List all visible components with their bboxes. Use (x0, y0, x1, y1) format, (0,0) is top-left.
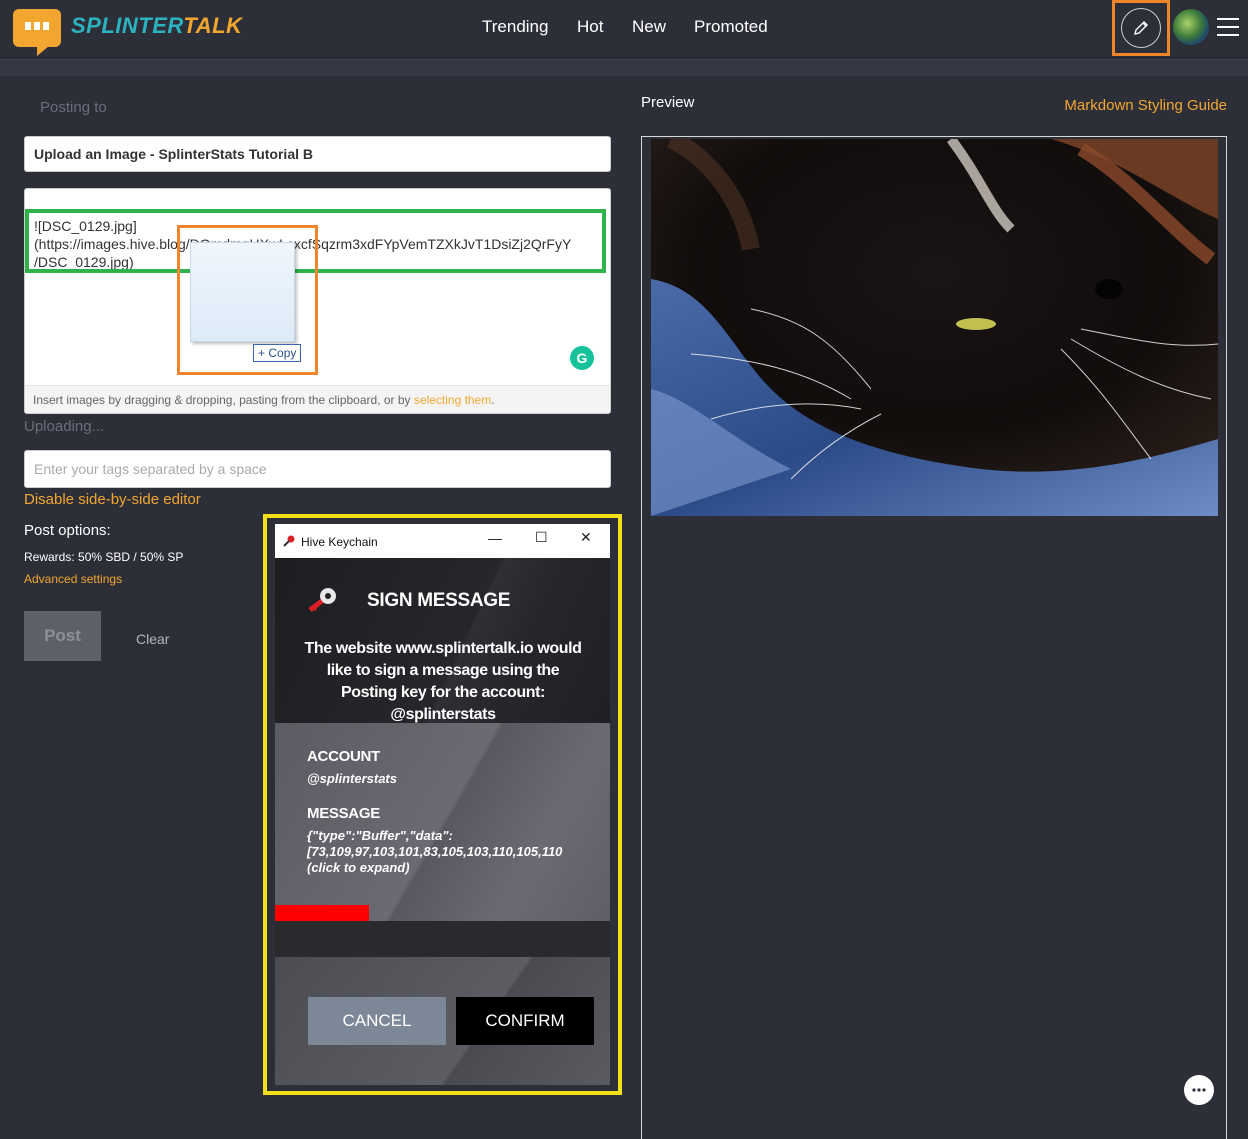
expand-message-link[interactable]: (click to expand) (307, 860, 410, 876)
rewards-text: Rewards: 50% SBD / 50% SP (24, 550, 184, 564)
post-body-editor[interactable]: ![DSC_0129.jpg] (https://images.hive.blog… (24, 188, 611, 414)
minimize-icon[interactable]: — (488, 530, 502, 546)
tags-input[interactable]: Enter your tags separated by a space (24, 450, 611, 488)
keychain-key-icon (283, 535, 295, 547)
preview-label: Preview (641, 94, 695, 111)
sign-message-description: The website www.splintertalk.io would li… (304, 640, 582, 723)
maximize-icon[interactable]: ☐ (535, 529, 548, 546)
logo-text-part2: TALK (183, 13, 243, 38)
sign-message-heading: SIGN MESSAGE (367, 590, 511, 611)
nav-hot[interactable]: Hot (577, 17, 603, 37)
redacted-block (275, 905, 369, 921)
keychain-logo-icon (308, 588, 336, 612)
avatar[interactable] (1173, 9, 1209, 45)
preview-image (651, 139, 1218, 516)
advanced-settings-link[interactable]: Advanced settings (24, 572, 122, 586)
account-label: ACCOUNT (307, 748, 380, 765)
drag-highlight-box (177, 225, 318, 375)
grammarly-icon[interactable]: G (570, 346, 594, 370)
post-button[interactable]: Post (24, 611, 101, 661)
disable-side-by-side-link[interactable]: Disable side-by-side editor (24, 491, 201, 508)
cat-photo-illustration (651, 139, 1218, 516)
keychain-dark-band (275, 921, 610, 957)
nav-new[interactable]: New (632, 17, 666, 37)
markdown-guide-link[interactable]: Markdown Styling Guide (1064, 97, 1227, 114)
splintertalk-logo-icon[interactable] (13, 9, 61, 56)
keychain-titlebar: Hive Keychain — ☐ ✕ (275, 524, 610, 558)
hamburger-menu-icon[interactable] (1217, 18, 1239, 42)
nav-promoted[interactable]: Promoted (694, 17, 768, 37)
new-post-button[interactable] (1121, 8, 1161, 48)
keychain-window-title: Hive Keychain (301, 535, 378, 549)
keychain-window: Hive Keychain — ☐ ✕ SIGN MESSAGE The web… (275, 524, 610, 1085)
account-value: @splinterstats (307, 771, 397, 786)
confirm-button[interactable]: CONFIRM (456, 997, 594, 1045)
editor-footer-text: Insert images by dragging & dropping, pa… (33, 393, 414, 407)
cancel-button[interactable]: CANCEL (308, 997, 446, 1045)
chat-bubble-icon[interactable] (1184, 1075, 1214, 1105)
preview-panel (641, 136, 1227, 1139)
posting-to-label: Posting to (40, 99, 107, 116)
sub-header-bar (0, 58, 1248, 76)
post-title-input[interactable]: Upload an Image - SplinterStats Tutorial… (24, 136, 611, 172)
clear-button[interactable]: Clear (136, 631, 169, 647)
logo-text-part1: SPLINTER (71, 13, 184, 38)
pencil-icon (1134, 21, 1148, 35)
select-images-link[interactable]: selecting them (414, 393, 491, 407)
message-label: MESSAGE (307, 805, 380, 822)
post-options-heading: Post options: (24, 522, 111, 539)
message-line: [73,109,97,103,101,83,105,103,110,105,11… (307, 844, 563, 859)
nav-trending[interactable]: Trending (482, 17, 548, 37)
top-header: SPLINTERTALK Trending Hot New Promoted (0, 0, 1248, 58)
uploading-status: Uploading... (24, 418, 105, 435)
message-line: {"type":"Buffer","data": (307, 828, 453, 843)
editor-footer-end: . (491, 393, 495, 407)
editor-footer: Insert images by dragging & dropping, pa… (25, 385, 610, 413)
close-icon[interactable]: ✕ (580, 529, 592, 546)
site-logo-text[interactable]: SPLINTERTALK (71, 13, 242, 39)
